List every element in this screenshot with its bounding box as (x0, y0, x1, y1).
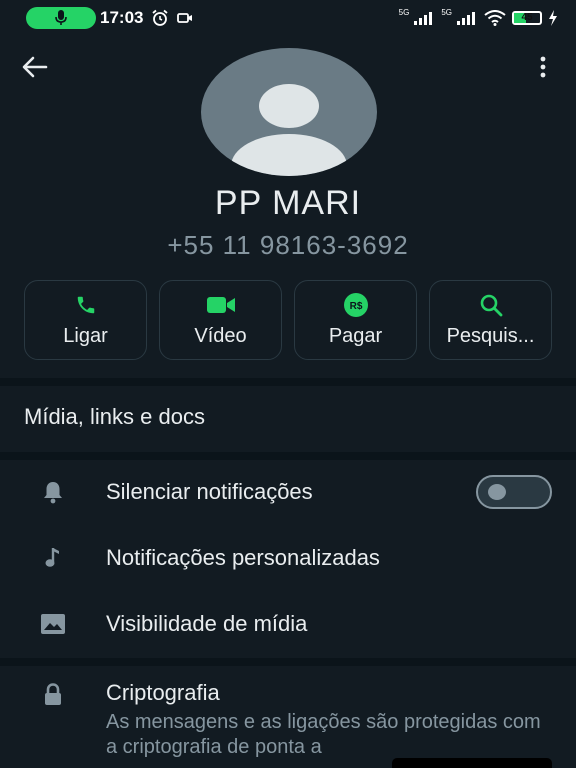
mute-notifications-row[interactable]: Silenciar notificações (0, 462, 576, 522)
media-visibility-label: Visibilidade de mídia (106, 611, 308, 636)
contact-phone: +55 11 98163-3692 (167, 230, 409, 260)
charging-icon (549, 10, 557, 26)
contact-avatar[interactable] (201, 48, 377, 176)
divider (0, 658, 576, 666)
signal-icon (414, 12, 433, 25)
payment-icon: R$ (343, 292, 368, 317)
phone-icon (77, 296, 94, 313)
contact-name: PP MARI (214, 184, 362, 222)
mute-toggle[interactable] (476, 475, 552, 509)
lock-icon (45, 683, 61, 705)
music-note-icon (45, 548, 59, 567)
signal-icon-2 (457, 12, 475, 25)
encryption-description: As mensagens e as ligações são protegida… (106, 711, 541, 758)
network-label-1: 5G (398, 7, 410, 17)
battery-icon: 45 (512, 11, 542, 25)
video-button[interactable]: Vídeo (159, 280, 282, 360)
avatar-head (259, 84, 319, 128)
wifi-icon (484, 10, 506, 26)
more-vert-icon (540, 56, 546, 78)
lock-icon-wrapper (40, 682, 66, 708)
pay-label: Pagar (328, 324, 383, 347)
call-label: Ligar (63, 324, 108, 347)
search-label: Pesquis... (446, 324, 535, 347)
pay-button[interactable]: R$ Pagar (294, 280, 417, 360)
navigation-handle (392, 758, 552, 768)
toggle-knob (488, 484, 506, 500)
mic-indicator[interactable] (26, 7, 96, 29)
bell-icon (44, 482, 62, 504)
screen-record-icon (177, 13, 193, 23)
network-label-2: 5G (441, 7, 452, 17)
payment-icon-text: R$ (349, 301, 362, 312)
arrow-left-icon (22, 56, 48, 78)
mic-icon (55, 10, 67, 25)
divider (0, 378, 576, 386)
call-button[interactable]: Ligar (24, 280, 147, 360)
video-icon (206, 296, 235, 313)
media-links-docs[interactable]: Mídia, links e docs (24, 404, 205, 430)
more-options-button[interactable] (528, 52, 558, 82)
avatar-body (231, 134, 347, 176)
mute-notifications-label: Silenciar notificações (106, 479, 313, 504)
status-time: 17:03 (100, 8, 144, 27)
divider (0, 452, 576, 460)
custom-notifications-label: Notificações personalizadas (106, 545, 380, 570)
encryption-title[interactable]: Criptografia (106, 680, 220, 706)
battery-level: 45 (521, 12, 533, 23)
action-buttons: Ligar Vídeo R$ Pagar Pesquis... (24, 280, 552, 360)
alarm-icon (152, 9, 169, 26)
media-visibility-row[interactable]: Visibilidade de mídia (0, 594, 576, 654)
image-icon (41, 614, 65, 634)
search-button[interactable]: Pesquis... (429, 280, 552, 360)
status-bar: 17:03 5G 5G 45 (0, 0, 576, 36)
video-label: Vídeo (194, 324, 247, 347)
custom-notifications-row[interactable]: Notificações personalizadas (0, 528, 576, 588)
search-icon (480, 294, 502, 316)
back-button[interactable] (20, 52, 50, 82)
